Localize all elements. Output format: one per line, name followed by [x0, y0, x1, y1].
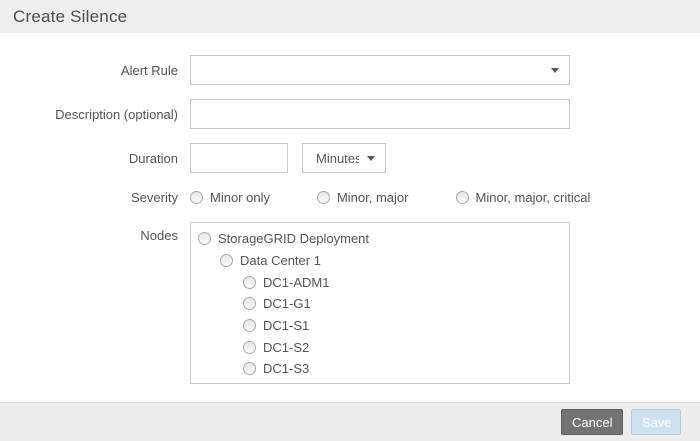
save-button[interactable]: Save: [631, 409, 681, 435]
severity-option-minor-major-critical[interactable]: Minor, major, critical: [456, 190, 591, 205]
severity-label: Severity: [0, 190, 190, 205]
tree-item-storagegrid-deployment[interactable]: StorageGRID Deployment: [198, 228, 569, 250]
duration-units-select[interactable]: Minutes: [302, 143, 386, 173]
tree-item-dc1-adm1[interactable]: DC1-ADM1: [198, 271, 569, 293]
duration-label: Duration: [0, 151, 190, 166]
severity-radio-minor-major[interactable]: [317, 191, 330, 204]
tree-item-data-center-1[interactable]: Data Center 1: [198, 250, 569, 272]
severity-radio-minor-only[interactable]: [190, 191, 203, 204]
alert-rule-select-wrap: [190, 55, 570, 85]
tree-item-label: StorageGRID Deployment: [218, 231, 369, 246]
dialog-body: Alert Rule Description (optional) Durati…: [0, 33, 700, 402]
tree-item-dc1-g1[interactable]: DC1-G1: [198, 293, 569, 315]
tree-item-dc1-s2[interactable]: DC1-S2: [198, 336, 569, 358]
node-radio[interactable]: [243, 362, 256, 375]
node-radio[interactable]: [243, 297, 256, 310]
tree-item-label: DC1-S3: [263, 361, 309, 376]
severity-option-label: Minor, major: [337, 190, 409, 205]
node-radio[interactable]: [243, 319, 256, 332]
tree-item-label: DC1-S2: [263, 340, 309, 355]
severity-radio-minor-major-critical[interactable]: [456, 191, 469, 204]
node-radio[interactable]: [220, 254, 233, 267]
severity-row: Severity Minor only Minor, major Minor, …: [0, 187, 700, 208]
duration-row: Duration Minutes: [0, 143, 700, 173]
description-label: Description (optional): [0, 107, 190, 122]
tree-item-dc1-s3[interactable]: DC1-S3: [198, 358, 569, 380]
severity-radio-group: Minor only Minor, major Minor, major, cr…: [190, 190, 590, 205]
alert-rule-row: Alert Rule: [0, 55, 700, 85]
create-silence-dialog: Create Silence Alert Rule Description (o…: [0, 0, 700, 441]
nodes-label: Nodes: [0, 222, 190, 243]
duration-input[interactable]: [190, 143, 288, 173]
page-title: Create Silence: [13, 7, 127, 27]
alert-rule-label: Alert Rule: [0, 63, 190, 78]
alert-rule-select[interactable]: [190, 55, 570, 85]
node-radio[interactable]: [198, 232, 211, 245]
severity-option-minor-only[interactable]: Minor only: [190, 190, 270, 205]
severity-option-label: Minor, major, critical: [476, 190, 591, 205]
dialog-header: Create Silence: [0, 0, 700, 33]
severity-option-minor-major[interactable]: Minor, major: [317, 190, 409, 205]
tree-item-label: Data Center 1: [240, 253, 321, 268]
nodes-tree: StorageGRID Deployment Data Center 1 DC1…: [190, 222, 570, 384]
tree-item-dc1-s1[interactable]: DC1-S1: [198, 315, 569, 337]
cancel-button[interactable]: Cancel: [561, 409, 623, 435]
duration-units-select-wrap: Minutes: [302, 143, 386, 173]
tree-item-label: DC1-S1: [263, 318, 309, 333]
tree-item-label: DC1-ADM1: [263, 275, 329, 290]
node-radio[interactable]: [243, 341, 256, 354]
severity-option-label: Minor only: [210, 190, 270, 205]
description-row: Description (optional): [0, 99, 700, 129]
node-radio[interactable]: [243, 276, 256, 289]
tree-item-label: DC1-G1: [263, 296, 311, 311]
nodes-row: Nodes StorageGRID Deployment Data Center…: [0, 222, 700, 384]
description-input[interactable]: [190, 99, 570, 129]
dialog-footer: Cancel Save: [0, 402, 700, 441]
